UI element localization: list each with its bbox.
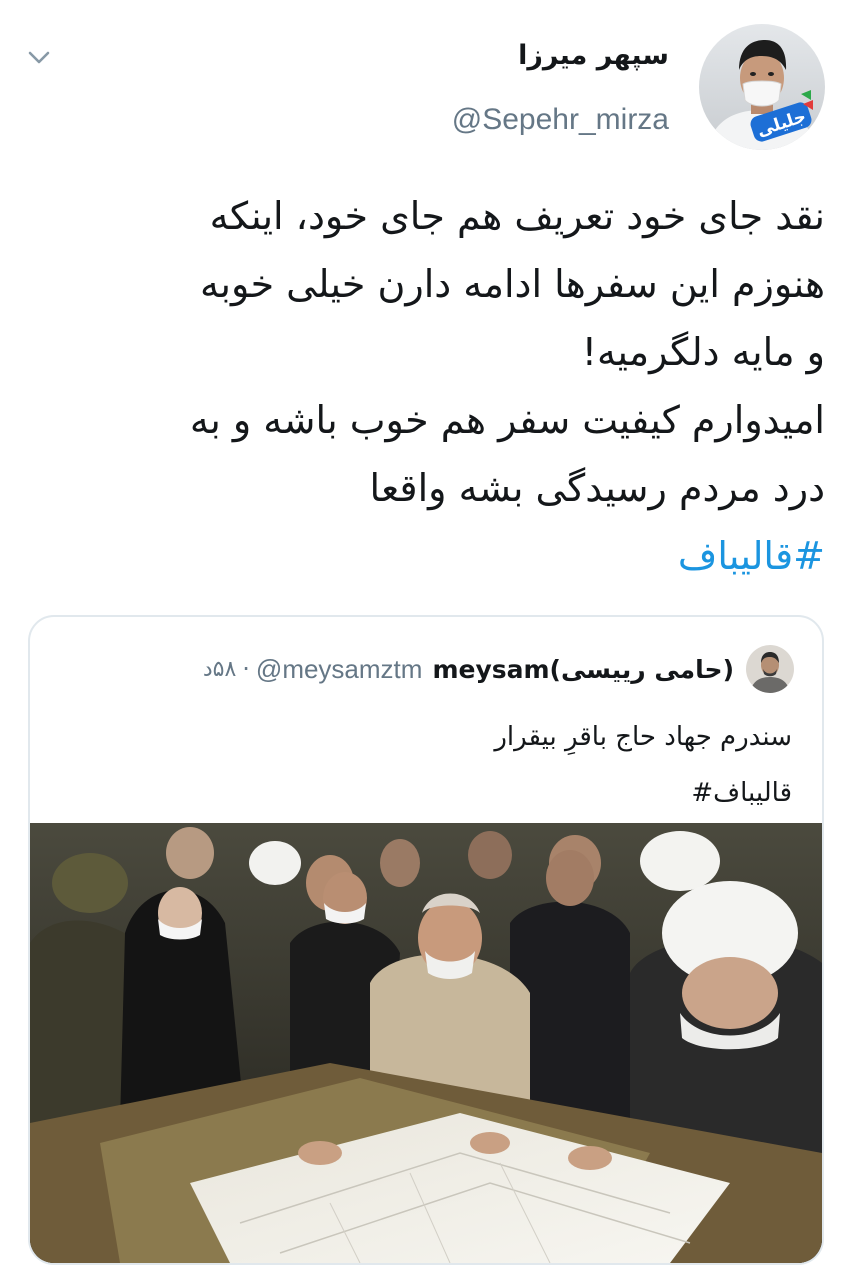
quoted-tweet-card[interactable]: (حامی رییسی)meysam @meysamztm · ۵۸د سندر…	[28, 615, 824, 1265]
avatar-photo: جلیلی	[699, 24, 825, 150]
quoted-author-handle[interactable]: @meysamztm	[256, 654, 423, 685]
tweet-text-line: هنوزم این سفرها ادامه دارن خیلی خوبه	[200, 262, 825, 306]
tweet-hashtag-link[interactable]: #قالیباف	[35, 522, 825, 590]
meta-separator: ·	[242, 655, 250, 683]
author-avatar[interactable]: جلیلی	[699, 24, 825, 150]
chevron-down-icon[interactable]	[26, 44, 52, 70]
quoted-avatar-photo	[746, 645, 794, 693]
tweet-text-line: درد مردم رسیدگی بشه واقعا	[369, 466, 825, 510]
tweet-text-line: امیدوارم کیفیت سفر هم خوب باشه و به	[189, 398, 825, 442]
quoted-tweet-text: سندرم جهاد حاج باقرِ بیقرار قالیباف#	[52, 713, 792, 817]
tweet-author[interactable]: سپهر میرزا @Sepehr_mirza	[452, 36, 669, 142]
quoted-tweet-photo[interactable]	[30, 823, 822, 1263]
tweet-text-line: و مایه دلگرمیه!	[581, 330, 825, 374]
quoted-hashtag[interactable]: قالیباف#	[52, 769, 792, 817]
photo-illustration	[30, 823, 822, 1263]
quoted-author-name[interactable]: (حامی رییسی)meysam	[432, 655, 734, 684]
quoted-tweet-header: (حامی رییسی)meysam @meysamztm · ۵۸د	[203, 643, 794, 695]
tweet-text: نقد جای خود تعریف هم جای خود، اینکه هنوز…	[35, 182, 825, 590]
quoted-text-line: سندرم جهاد حاج باقرِ بیقرار	[494, 722, 792, 752]
quoted-tweet-time[interactable]: ۵۸د	[203, 657, 236, 682]
author-handle[interactable]: @Sepehr_mirza	[452, 98, 669, 142]
tweet-text-line: نقد جای خود تعریف هم جای خود، اینکه	[209, 194, 825, 238]
quoted-author-avatar[interactable]	[746, 645, 794, 693]
author-display-name[interactable]: سپهر میرزا	[452, 36, 669, 76]
